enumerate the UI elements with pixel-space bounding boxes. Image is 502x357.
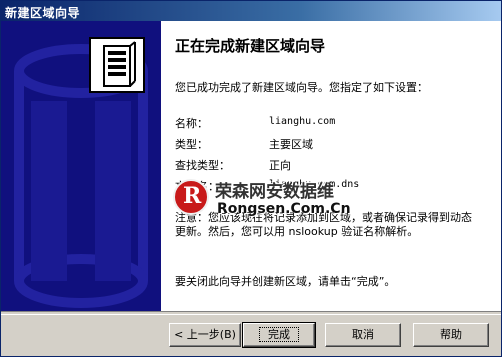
back-button[interactable]: < 上一步(B)	[169, 323, 241, 347]
watermark-chinese: 荣森网安数据维	[215, 182, 334, 202]
button-separator	[1, 311, 501, 315]
setting-label-type: 类型：	[175, 138, 208, 151]
page-title: 正在完成新建区域向导	[175, 37, 326, 55]
cancel-button[interactable]: 取消	[325, 323, 401, 347]
wizard-window: 新建区域向导 正在完成新建区域向导 您已成功完成了新建区域向导。您指定了如下设置…	[0, 0, 502, 357]
title-bar[interactable]: 新建区域向导	[1, 1, 501, 21]
setting-value-type: 主要区域	[269, 138, 313, 151]
help-button[interactable]: 帮助	[413, 323, 489, 347]
finish-button-label: 完成	[259, 327, 299, 342]
watermark: R 荣森网安数据维 Rongsen.Com.Cn	[161, 171, 401, 227]
closing-text: 要关闭此向导并创建新区域，请单击“完成”。	[175, 275, 396, 288]
finish-button[interactable]: 完成	[242, 322, 316, 348]
intro-text: 您已成功完成了新建区域向导。您指定了如下设置：	[175, 81, 428, 94]
setting-value-name: lianghu.com	[269, 116, 336, 127]
window-title: 新建区域向导	[5, 6, 81, 20]
watermark-english: Rongsen.Com.Cn	[217, 201, 351, 217]
server-tower-icon	[89, 37, 145, 93]
banner-art	[1, 21, 161, 311]
rongsen-logo-icon: R	[173, 179, 209, 215]
wizard-body: 正在完成新建区域向导 您已成功完成了新建区域向导。您指定了如下设置： 名称： l…	[1, 21, 501, 311]
setting-label-name: 名称：	[175, 117, 208, 130]
wizard-content: 正在完成新建区域向导 您已成功完成了新建区域向导。您指定了如下设置： 名称： l…	[161, 21, 501, 311]
watermark-logo-letter: R	[183, 183, 202, 209]
wizard-banner	[1, 21, 161, 311]
